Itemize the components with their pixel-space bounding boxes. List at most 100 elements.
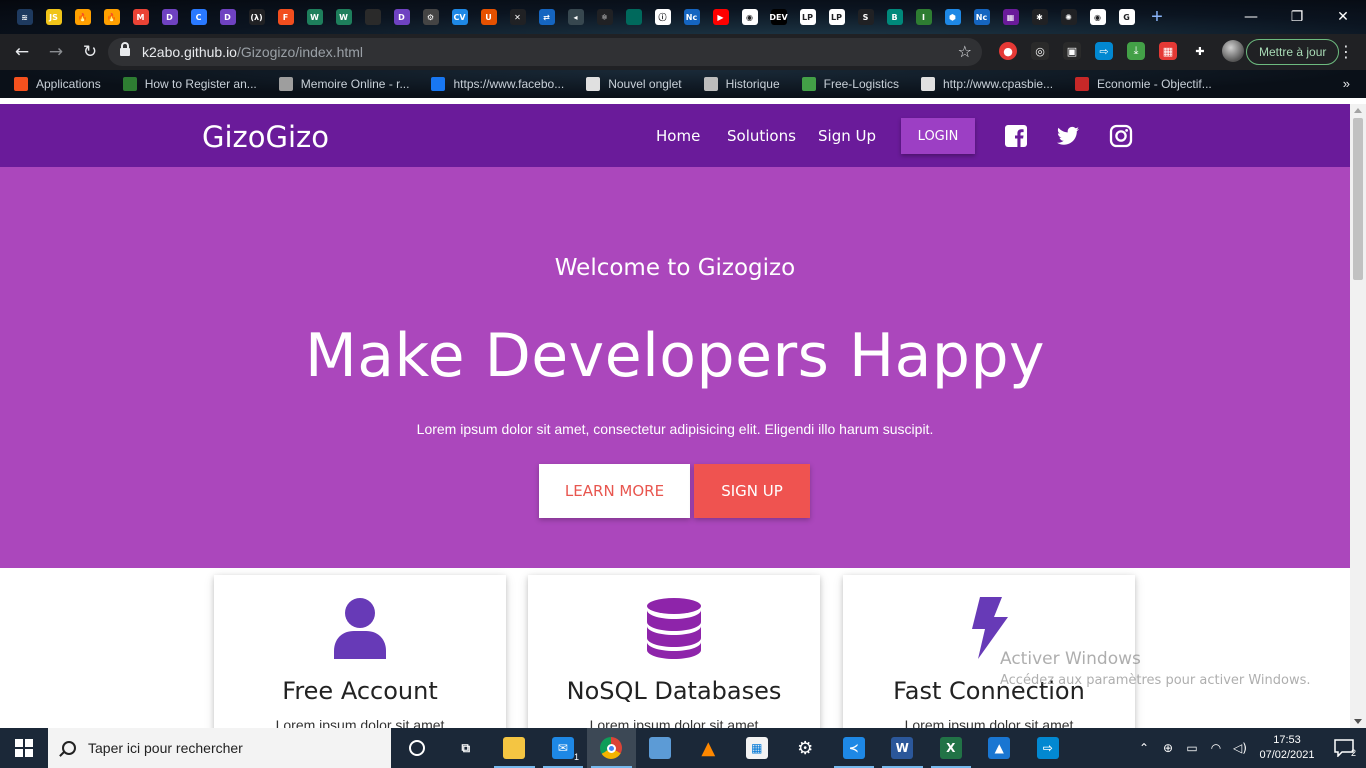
tab-icon-u[interactable]: U (480, 9, 497, 25)
tab-icon-i[interactable]: I (915, 9, 932, 25)
update-button[interactable]: Mettre à jour (1246, 39, 1340, 65)
tab-icon-dev[interactable]: DEV (769, 9, 788, 25)
tab-icon-x[interactable]: ✕ (509, 9, 526, 25)
tab-icon-d1[interactable]: D (161, 9, 178, 25)
extensions-puzzle-icon[interactable]: ✚ (1191, 42, 1209, 60)
site-brand[interactable]: GizoGizo (202, 120, 329, 154)
extension-camera-icon[interactable]: ▣ (1063, 42, 1081, 60)
learn-more-button[interactable]: LEARN MORE (539, 464, 690, 518)
bookmark-star-icon[interactable]: ☆ (958, 42, 972, 61)
tab-icon-lambda[interactable]: (λ) (248, 9, 265, 25)
tab-icon-react[interactable]: ⚛ (596, 9, 613, 25)
extension-red-icon[interactable]: ● (999, 42, 1017, 60)
tab-icon-d3[interactable]: D (393, 9, 410, 25)
extension-share-icon[interactable]: ⇨ (1095, 42, 1113, 60)
tab-icon-js[interactable]: JS (45, 9, 62, 25)
bookmark-item[interactable]: Economie - Objectif... (1075, 77, 1212, 91)
tab-icon-firebase-2[interactable]: 🔥 (103, 9, 120, 25)
bookmark-item[interactable]: Applications (14, 77, 101, 91)
tab-icon-asterisk[interactable]: ✱ (1031, 9, 1048, 25)
back-button[interactable]: ← (6, 36, 38, 68)
vscode-button[interactable]: ≺ (830, 728, 879, 768)
tab-icon-gmail[interactable]: M (132, 9, 149, 25)
extension-grid-icon[interactable]: ▦ (1159, 42, 1177, 60)
tab-icon-b[interactable]: B (886, 9, 903, 25)
tab-icon-link[interactable]: ⇄ (538, 9, 555, 25)
tray-device-icon[interactable]: ⊕ (1156, 741, 1180, 755)
file-explorer-button[interactable] (490, 728, 539, 768)
tab-icon-code[interactable]: ▦ (1002, 9, 1019, 25)
vlc-button[interactable]: ▲ (684, 728, 733, 768)
tab-icon-google[interactable]: G (1118, 9, 1135, 25)
mail-button[interactable]: ✉ 1 (539, 728, 588, 768)
scrollbar-thumb[interactable] (1353, 118, 1363, 280)
nav-link-home[interactable]: Home (656, 127, 700, 145)
tab-icon-nc1[interactable]: Nc (683, 9, 700, 25)
photos-button[interactable]: ▲ (975, 728, 1024, 768)
volume-icon[interactable]: ◁) (1228, 741, 1252, 755)
tab-icon-lp2[interactable]: LP (828, 9, 845, 25)
taskbar-search-box[interactable]: Taper ici pour rechercher (48, 728, 391, 768)
tab-icon-d2[interactable]: D (219, 9, 236, 25)
scroll-down-arrow-icon[interactable] (1354, 719, 1362, 724)
chrome-button[interactable] (587, 728, 636, 768)
settings-button[interactable]: ⚙ (781, 728, 830, 768)
facebook-icon[interactable] (1004, 124, 1028, 148)
extension-owl-icon[interactable]: ◎ (1031, 42, 1049, 60)
minimize-button[interactable]: — (1228, 0, 1274, 34)
tab-icon-teal[interactable] (625, 9, 642, 25)
bookmark-item[interactable]: Historique (703, 77, 780, 91)
bookmark-item[interactable]: Free-Logistics (801, 77, 899, 91)
tab-icon-firebase[interactable]: 🔥 (74, 9, 91, 25)
maximize-button[interactable]: ❐ (1274, 0, 1320, 34)
nav-link-solutions[interactable]: Solutions (727, 127, 796, 145)
store-button[interactable]: ▦ (733, 728, 782, 768)
bookmark-item[interactable]: http://www.cpasbie... (920, 77, 1053, 91)
twitter-icon[interactable] (1056, 124, 1080, 148)
share-app-button[interactable]: ⇨ (1024, 728, 1073, 768)
network-app-button[interactable] (636, 728, 685, 768)
tab-icon-gear[interactable]: ⚙ (422, 9, 439, 25)
tab-icon-arrow[interactable]: ◂ (567, 9, 584, 25)
bookmark-item[interactable]: Nouvel onglet (586, 77, 682, 91)
tab-icon-blank[interactable] (364, 9, 381, 25)
tab-icon-c[interactable]: C (190, 9, 207, 25)
tab-icon-1[interactable]: ≋ (16, 9, 33, 25)
nav-link-signup[interactable]: Sign Up (818, 127, 876, 145)
extension-download-icon[interactable]: ⤓ (1127, 42, 1145, 60)
wifi-icon[interactable]: ◠ (1204, 741, 1228, 755)
tab-icon-lp1[interactable]: LP (799, 9, 816, 25)
scroll-up-arrow-icon[interactable] (1354, 108, 1362, 113)
start-button[interactable] (0, 728, 48, 768)
bookmark-item[interactable]: Memoire Online - r... (278, 77, 409, 91)
reload-button[interactable]: ↻ (74, 36, 106, 68)
bookmark-item[interactable]: https://www.facebo... (431, 77, 564, 91)
excel-button[interactable]: X (927, 728, 976, 768)
bookmarks-overflow-icon[interactable]: » (1343, 76, 1350, 91)
tray-chevron-up-icon[interactable]: ⌃ (1132, 741, 1156, 755)
login-button[interactable]: LOGIN (901, 118, 975, 154)
profile-avatar[interactable] (1222, 40, 1244, 62)
new-tab-button[interactable]: + (1145, 6, 1169, 29)
battery-icon[interactable]: ▭ (1180, 741, 1204, 755)
page-scrollbar[interactable] (1350, 104, 1366, 728)
tab-icon-spinner[interactable]: ✺ (1060, 9, 1077, 25)
hero-signup-button[interactable]: SIGN UP (694, 464, 810, 518)
tab-icon-figma[interactable]: F (277, 9, 294, 25)
action-center-button[interactable]: 2 (1322, 728, 1366, 768)
tab-icon-globe1[interactable]: ◉ (741, 9, 758, 25)
cortana-button[interactable] (393, 728, 442, 768)
address-bar[interactable]: k2abo.github.io/Gizogizo/index.html ☆ (108, 38, 982, 66)
browser-menu-icon[interactable]: ⋮ (1338, 42, 1354, 61)
bookmark-item[interactable]: How to Register an... (122, 77, 257, 91)
tab-icon-w1[interactable]: W (306, 9, 323, 25)
tab-icon-w2[interactable]: W (335, 9, 352, 25)
tab-icon-youtube[interactable]: ▶ (712, 9, 729, 25)
instagram-icon[interactable] (1109, 124, 1133, 148)
tab-icon-s[interactable]: S (857, 9, 874, 25)
tab-icon-nc2[interactable]: Nc (973, 9, 990, 25)
tab-icon-hex[interactable]: ⬢ (944, 9, 961, 25)
word-button[interactable]: W (878, 728, 927, 768)
tab-icon-cv[interactable]: CV (451, 9, 468, 25)
tab-icon-info[interactable]: ⓘ (654, 9, 671, 25)
